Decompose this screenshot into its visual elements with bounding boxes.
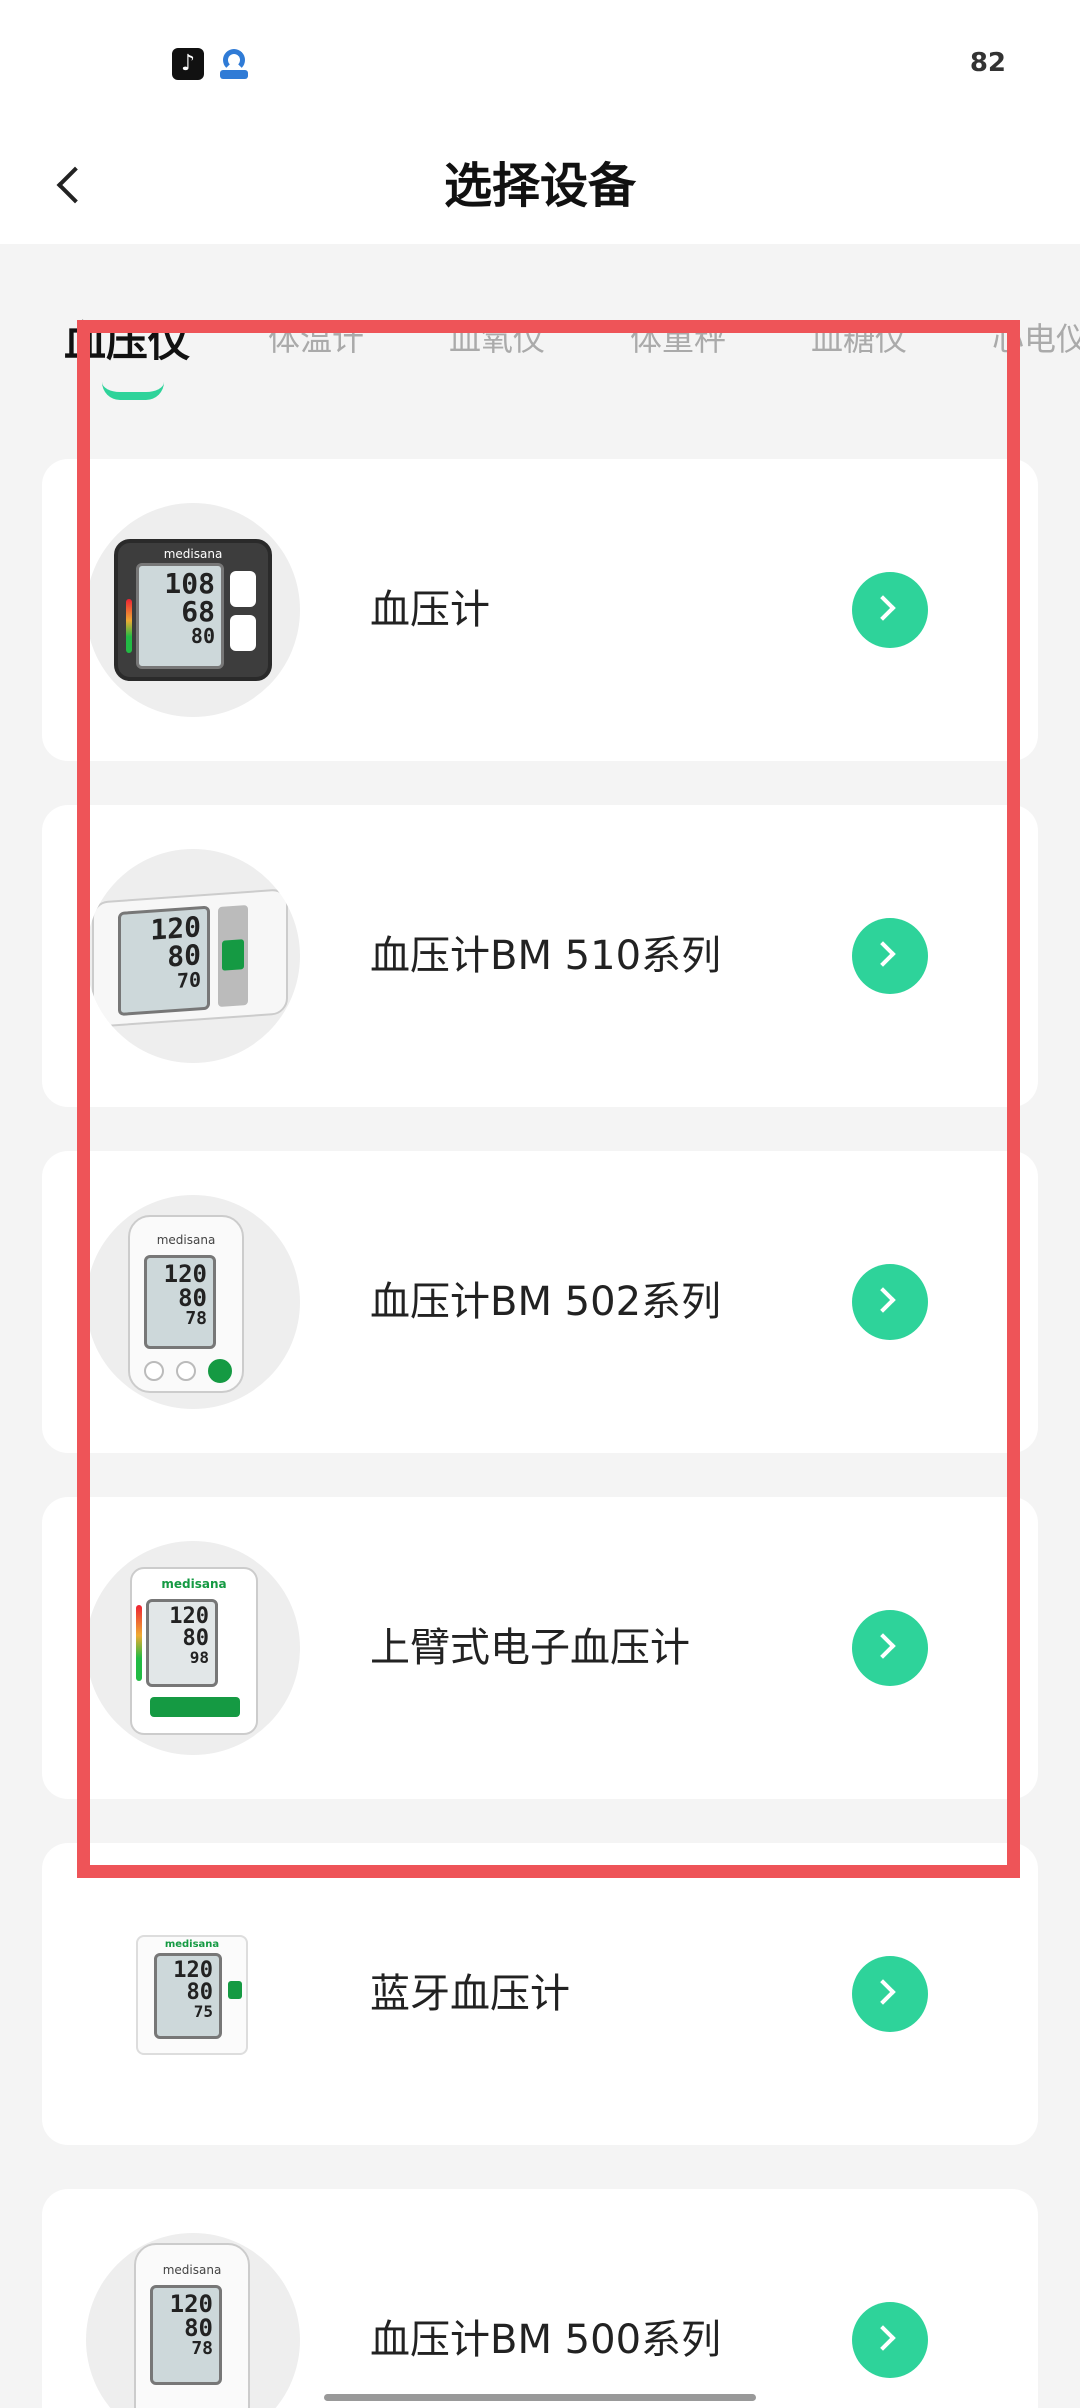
tab-thermometer[interactable]: 体温计 xyxy=(268,314,364,360)
lcd-diastolic: 80 xyxy=(184,2314,213,2342)
lcd-diastolic: 68 xyxy=(181,595,215,628)
chevron-right-icon xyxy=(870,1287,896,1313)
lcd-pulse: 98 xyxy=(189,1648,209,1667)
device-image: 120 80 70 xyxy=(86,849,300,1063)
device-image: medisana 120 80 75 xyxy=(86,1887,300,2101)
lcd-systolic: 108 xyxy=(164,567,215,600)
brand-logo: medisana xyxy=(162,2263,222,2277)
go-button[interactable] xyxy=(852,572,928,648)
lcd-diastolic: 80 xyxy=(178,1284,207,1312)
lcd-pulse: 80 xyxy=(190,624,215,648)
go-button[interactable] xyxy=(852,2302,928,2378)
lcd-pulse: 78 xyxy=(191,2338,213,2359)
chevron-right-icon xyxy=(870,1979,896,2005)
brand-logo: medisana xyxy=(163,547,223,561)
chevron-right-icon xyxy=(870,1633,896,1659)
tab-ecg[interactable]: 心电仪 xyxy=(992,314,1080,360)
tab-indicator xyxy=(102,382,164,400)
lcd-pulse: 75 xyxy=(193,2002,213,2021)
status-bar: ♪ 82 xyxy=(0,0,1080,128)
brand-logo: medisana xyxy=(164,1939,220,1950)
lcd-diastolic: 80 xyxy=(186,1980,214,2005)
page-title: 选择设备 xyxy=(443,158,636,214)
device-image: medisana 120 80 78 xyxy=(86,2233,300,2408)
lcd-pulse: 70 xyxy=(176,967,201,993)
chevron-right-icon xyxy=(870,2325,896,2351)
device-name: 血压计BM 500系列 xyxy=(370,2317,722,2363)
shield-app-icon xyxy=(218,48,250,80)
go-button[interactable] xyxy=(852,1956,928,2032)
device-name: 血压计BM 510系列 xyxy=(370,933,722,979)
chevron-right-icon xyxy=(870,941,896,967)
device-image: medisana 120 80 98 xyxy=(86,1541,300,1755)
device-card[interactable]: medisana 120 80 98 上臂式电子血压计 xyxy=(42,1497,1038,1799)
home-indicator xyxy=(324,2394,756,2401)
device-card[interactable]: medisana 120 80 78 血压计BM 502系列 xyxy=(42,1151,1038,1453)
brand-logo: medisana xyxy=(161,1577,227,1591)
lcd-systolic: 120 xyxy=(169,2290,213,2318)
device-card[interactable]: medisana 120 80 75 蓝牙血压计 xyxy=(42,1843,1038,2145)
go-button[interactable] xyxy=(852,1264,928,1340)
lcd-systolic: 120 xyxy=(173,1958,213,1983)
battery-level: 82 xyxy=(969,48,1006,78)
tab-blood-pressure[interactable]: 血压仪 xyxy=(64,308,190,369)
device-card[interactable]: 120 80 70 血压计BM 510系列 xyxy=(42,805,1038,1107)
tab-scale[interactable]: 体重秤 xyxy=(630,314,726,360)
go-button[interactable] xyxy=(852,1610,928,1686)
tab-glucose-meter[interactable]: 血糖仪 xyxy=(811,314,907,360)
device-name: 上臂式电子血压计 xyxy=(370,1625,690,1671)
tiktok-icon: ♪ xyxy=(172,48,204,80)
header: 选择设备 xyxy=(0,128,1080,244)
device-image: medisana 108 68 80 xyxy=(86,503,300,717)
device-name: 血压计 xyxy=(370,587,490,633)
device-name: 蓝牙血压计 xyxy=(370,1971,570,2017)
category-tabs: 血压仪 体温计 血氧仪 体重秤 血糖仪 心电仪 xyxy=(0,300,1080,410)
brand-logo: medisana xyxy=(156,1233,216,1247)
device-image: medisana 120 80 78 xyxy=(86,1195,300,1409)
device-name: 血压计BM 502系列 xyxy=(370,1279,722,1325)
lcd-systolic: 120 xyxy=(163,1260,207,1288)
device-card[interactable]: medisana 120 80 78 血压计BM 500系列 xyxy=(42,2189,1038,2408)
tab-oximeter[interactable]: 血氧仪 xyxy=(449,314,545,360)
lcd-diastolic: 80 xyxy=(182,1626,210,1651)
go-button[interactable] xyxy=(852,918,928,994)
device-card[interactable]: medisana 108 68 80 血压计 xyxy=(42,459,1038,761)
lcd-pulse: 78 xyxy=(185,1308,207,1329)
chevron-right-icon xyxy=(870,595,896,621)
lcd-systolic: 120 xyxy=(169,1604,209,1629)
